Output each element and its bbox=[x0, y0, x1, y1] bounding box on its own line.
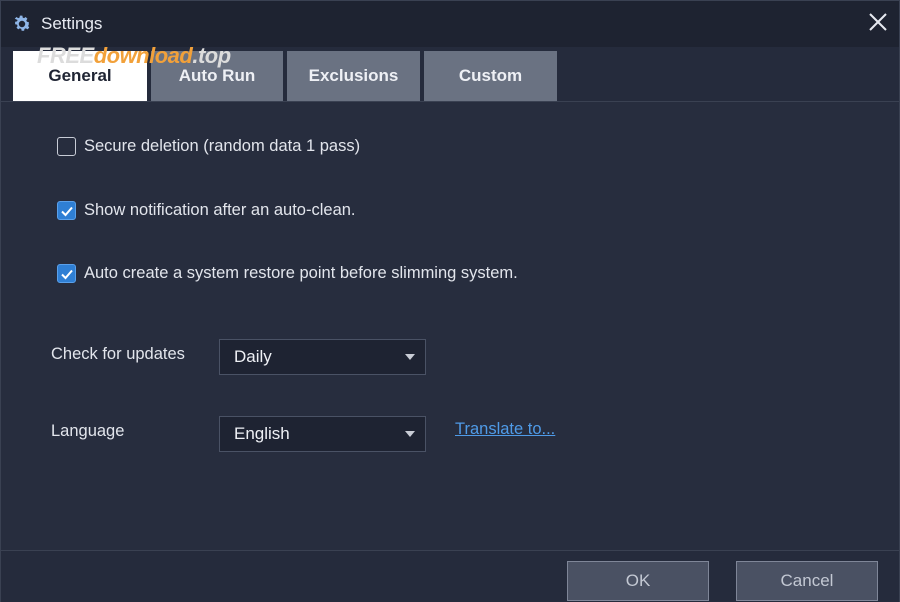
language-dropdown[interactable]: English bbox=[219, 416, 426, 452]
tab-general[interactable]: General bbox=[13, 51, 147, 101]
ok-button[interactable]: OK bbox=[567, 561, 709, 601]
tab-exclusions[interactable]: Exclusions bbox=[287, 51, 420, 101]
language-label: Language bbox=[51, 422, 125, 440]
show-notification-option[interactable]: Show notification after an auto-clean. bbox=[57, 201, 356, 220]
show-notification-label: Show notification after an auto-clean. bbox=[84, 201, 356, 219]
restore-point-option[interactable]: Auto create a system restore point befor… bbox=[57, 264, 518, 283]
gear-icon bbox=[11, 13, 33, 35]
window-title: Settings bbox=[41, 14, 103, 33]
cancel-button[interactable]: Cancel bbox=[736, 561, 878, 601]
check-updates-label: Check for updates bbox=[51, 345, 185, 363]
tab-bar: General Auto Run Exclusions Custom bbox=[13, 51, 557, 101]
chevron-down-icon bbox=[405, 354, 415, 360]
secure-deletion-checkbox[interactable] bbox=[57, 137, 76, 156]
tab-custom[interactable]: Custom bbox=[424, 51, 557, 101]
restore-point-label: Auto create a system restore point befor… bbox=[84, 264, 518, 282]
close-button[interactable] bbox=[863, 7, 893, 37]
tab-auto-run[interactable]: Auto Run bbox=[151, 51, 283, 101]
translate-link[interactable]: Translate to... bbox=[455, 420, 555, 439]
chevron-down-icon bbox=[405, 431, 415, 437]
general-panel bbox=[1, 102, 899, 550]
checkmark-icon bbox=[60, 269, 73, 279]
secure-deletion-option[interactable]: Secure deletion (random data 1 pass) bbox=[57, 137, 360, 156]
check-updates-value: Daily bbox=[234, 347, 272, 366]
checkmark-icon bbox=[60, 206, 73, 216]
language-value: English bbox=[234, 424, 290, 443]
title-bar: Settings bbox=[1, 1, 899, 47]
secure-deletion-label: Secure deletion (random data 1 pass) bbox=[84, 137, 361, 155]
check-updates-dropdown[interactable]: Daily bbox=[219, 339, 426, 375]
show-notification-checkbox[interactable] bbox=[57, 201, 76, 220]
restore-point-checkbox[interactable] bbox=[57, 264, 76, 283]
close-icon bbox=[869, 13, 887, 31]
settings-window: Settings General Auto Run Exclusions Cus… bbox=[0, 0, 900, 602]
